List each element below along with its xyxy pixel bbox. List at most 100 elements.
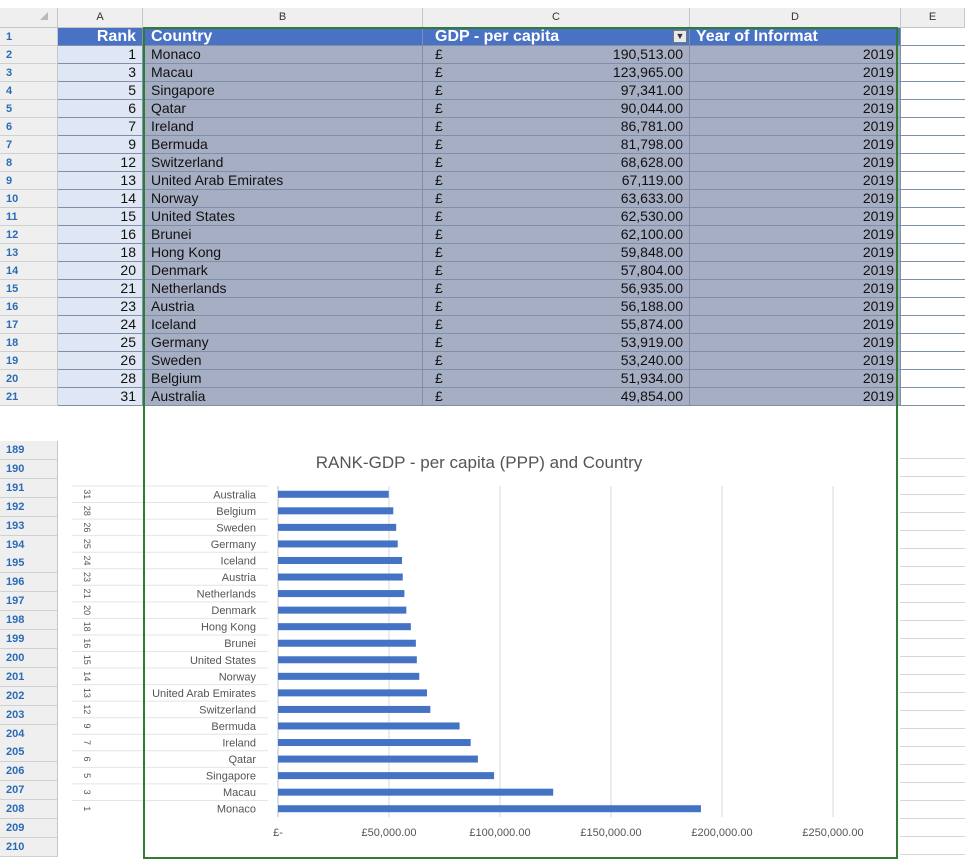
row-header[interactable]: 15	[0, 280, 58, 298]
cell-country[interactable]: Macau	[143, 64, 423, 82]
bar-macau[interactable]	[278, 788, 554, 796]
cell-rank[interactable]: 24	[58, 316, 143, 334]
column-header-a[interactable]: A	[58, 8, 143, 27]
row-header[interactable]: 201	[0, 667, 58, 687]
cell-e[interactable]	[901, 334, 965, 352]
bar-brunei[interactable]	[278, 639, 416, 647]
cell-rank[interactable]: 16	[58, 226, 143, 244]
column-header-e[interactable]: E	[901, 8, 965, 27]
cell-rank[interactable]: 21	[58, 280, 143, 298]
cell-year[interactable]: 2019	[690, 136, 901, 154]
header-gdp[interactable]: GDP - per capita ▼	[423, 28, 690, 46]
row-header[interactable]: 197	[0, 592, 58, 612]
cell-gdp[interactable]: £123,965.00	[423, 64, 690, 82]
cell-gdp[interactable]: £62,100.00	[423, 226, 690, 244]
cell-rank[interactable]: 5	[58, 82, 143, 100]
cell-country[interactable]: Austria	[143, 298, 423, 316]
filter-icon[interactable]: ▼	[673, 30, 687, 43]
cell-e[interactable]	[901, 352, 965, 370]
row-header[interactable]: 203	[0, 705, 58, 725]
bar-united-arab-emirates[interactable]	[278, 689, 428, 697]
cell-e[interactable]	[901, 370, 965, 388]
cell-year[interactable]: 2019	[690, 244, 901, 262]
column-header-d[interactable]: D	[690, 8, 901, 27]
cell-gdp[interactable]: £81,798.00	[423, 136, 690, 154]
cell-rank[interactable]: 15	[58, 208, 143, 226]
select-all-corner[interactable]	[0, 8, 58, 27]
cell-rank[interactable]: 14	[58, 190, 143, 208]
row-header[interactable]: 196	[0, 573, 58, 593]
row-header[interactable]: 1	[0, 28, 58, 46]
row-header[interactable]: 17	[0, 316, 58, 334]
cell-country[interactable]: Denmark	[143, 262, 423, 280]
row-header[interactable]: 199	[0, 630, 58, 649]
cell-e[interactable]	[901, 28, 965, 46]
cell-e[interactable]	[901, 64, 965, 82]
row-header[interactable]: 4	[0, 82, 58, 100]
bar-australia[interactable]	[278, 490, 389, 498]
cell-rank[interactable]: 23	[58, 298, 143, 316]
bar-qatar[interactable]	[278, 755, 478, 763]
cell-rank[interactable]: 12	[58, 154, 143, 172]
cell-e[interactable]	[901, 172, 965, 190]
row-header[interactable]: 192	[0, 497, 58, 517]
bar-belgium[interactable]	[278, 507, 394, 515]
bar-monaco[interactable]	[278, 805, 701, 813]
cell-e[interactable]	[901, 136, 965, 154]
cell-rank[interactable]: 28	[58, 370, 143, 388]
bar-denmark[interactable]	[278, 606, 407, 614]
row-header[interactable]: 210	[0, 837, 58, 857]
cell-rank[interactable]: 3	[58, 64, 143, 82]
cell-e[interactable]	[901, 190, 965, 208]
bar-germany[interactable]	[278, 540, 398, 548]
bar-singapore[interactable]	[278, 772, 495, 780]
cell-e[interactable]	[901, 280, 965, 298]
cell-year[interactable]: 2019	[690, 82, 901, 100]
bar-hong-kong[interactable]	[278, 623, 411, 631]
row-header[interactable]: 204	[0, 724, 58, 744]
cell-gdp[interactable]: £190,513.00	[423, 46, 690, 64]
cell-rank[interactable]: 20	[58, 262, 143, 280]
cell-gdp[interactable]: £56,188.00	[423, 298, 690, 316]
cell-e[interactable]	[901, 244, 965, 262]
row-header[interactable]: 193	[0, 516, 58, 536]
header-country[interactable]: Country	[143, 28, 423, 46]
cell-gdp[interactable]: £55,874.00	[423, 316, 690, 334]
cell-country[interactable]: Belgium	[143, 370, 423, 388]
row-header[interactable]: 205	[0, 743, 58, 763]
cell-e[interactable]	[901, 100, 965, 118]
cell-country[interactable]: Netherlands	[143, 280, 423, 298]
row-header[interactable]: 191	[0, 478, 58, 498]
bar-austria[interactable]	[278, 573, 403, 581]
cell-e[interactable]	[901, 82, 965, 100]
cell-country[interactable]: United States	[143, 208, 423, 226]
cell-year[interactable]: 2019	[690, 190, 901, 208]
cell-year[interactable]: 2019	[690, 298, 901, 316]
cell-year[interactable]: 2019	[690, 100, 901, 118]
row-header[interactable]: 3	[0, 64, 58, 82]
cell-e[interactable]	[901, 262, 965, 280]
cell-e[interactable]	[901, 388, 965, 406]
cell-country[interactable]: Sweden	[143, 352, 423, 370]
cell-rank[interactable]: 31	[58, 388, 143, 406]
bar-norway[interactable]	[278, 672, 420, 680]
cell-gdp[interactable]: £53,240.00	[423, 352, 690, 370]
cell-year[interactable]: 2019	[690, 46, 901, 64]
row-header[interactable]: 206	[0, 762, 58, 782]
bar-united-states[interactable]	[278, 656, 417, 664]
cell-e[interactable]	[901, 298, 965, 316]
cell-year[interactable]: 2019	[690, 388, 901, 406]
row-header[interactable]: 209	[0, 819, 58, 838]
column-header-b[interactable]: B	[143, 8, 423, 27]
cell-rank[interactable]: 9	[58, 136, 143, 154]
cell-year[interactable]: 2019	[690, 172, 901, 190]
row-header[interactable]: 195	[0, 554, 58, 574]
cell-country[interactable]: Qatar	[143, 100, 423, 118]
cell-gdp[interactable]: £97,341.00	[423, 82, 690, 100]
cell-gdp[interactable]: £51,934.00	[423, 370, 690, 388]
row-header[interactable]: 8	[0, 154, 58, 172]
cell-e[interactable]	[901, 46, 965, 64]
cell-gdp[interactable]: £63,633.00	[423, 190, 690, 208]
column-header-c[interactable]: C	[423, 8, 690, 27]
cell-e[interactable]	[901, 118, 965, 136]
